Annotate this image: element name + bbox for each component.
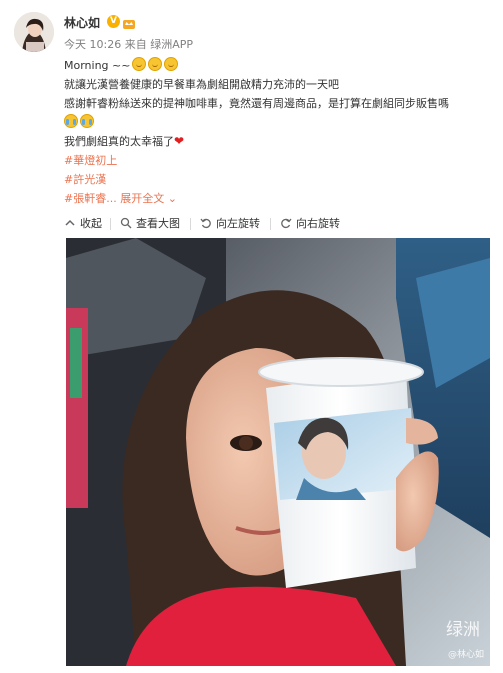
sun-emoji-icon (164, 57, 179, 71)
toolbar-divider (110, 218, 111, 230)
toolbar-divider (270, 218, 271, 230)
from-label: 来自 (124, 38, 147, 51)
collapse-button[interactable]: 收起 (64, 215, 102, 231)
content-text-happy: 我們劇組真的太幸福了 (64, 135, 174, 148)
hashtag-link[interactable]: #許光漢 (64, 173, 106, 186)
sun-emoji-icon (132, 57, 147, 71)
weibo-post: 林心如 V 今天 10:26 来自 绿洲APP Morning ~~ 就讓光漢營… (0, 0, 503, 673)
hashtag-link[interactable]: #華燈初上 (64, 154, 117, 167)
chevron-down-icon[interactable]: ⌄ (168, 192, 177, 205)
rotate-left-button[interactable]: 向左旋转 (200, 215, 260, 231)
crying-laughing-emoji-icon (64, 114, 78, 128)
username[interactable]: 林心如 (64, 14, 100, 31)
post-meta: 今天 10:26 来自 绿洲APP (64, 36, 193, 52)
expand-full-text-link[interactable]: 展开全文 (120, 192, 164, 205)
content-text-morning: Morning ~~ (64, 59, 131, 72)
collapse-label: 收起 (80, 217, 102, 230)
rotate-right-icon (281, 218, 292, 229)
content-line-3: 感謝軒睿粉絲送來的提神咖啡車，竟然還有周邊商品，是打算在劇組同步販售嗎 (64, 97, 449, 110)
hashtag-link[interactable]: #張軒睿... (64, 192, 117, 205)
view-large-button[interactable]: 查看大图 (120, 215, 180, 231)
post-time[interactable]: 今天 10:26 (64, 38, 121, 51)
content-line-2: 就讓光漢營養健康的早餐車為劇組開啟精力充沛的一天吧 (64, 78, 339, 91)
toolbar-divider (190, 218, 191, 230)
post-photo[interactable]: 绿洲 @林心如 (66, 238, 490, 666)
view-large-label: 查看大图 (136, 217, 180, 230)
content-line-tag1: #華燈初上 (64, 151, 494, 170)
avatar[interactable] (14, 12, 54, 52)
content-line-5: 我們劇組真的太幸福了❤ (64, 132, 494, 151)
watermark-logo: 绿洲 (446, 620, 480, 640)
crown-badge-icon (122, 15, 136, 29)
rotate-left-icon (200, 218, 211, 229)
content-line-1: Morning ~~ (64, 56, 494, 75)
rotate-right-button[interactable]: 向右旋转 (280, 215, 340, 231)
verified-icon: V (107, 15, 120, 28)
rotate-right-label: 向右旋转 (296, 217, 340, 230)
content-line-4 (64, 113, 494, 132)
sun-emoji-icon (148, 57, 163, 71)
crying-laughing-emoji-icon (80, 114, 94, 128)
watermark-username: @林心如 (447, 650, 484, 660)
content-line-tag3: #張軒睿... 展开全文 ⌄ (64, 189, 494, 208)
search-icon (120, 217, 132, 229)
content-line-tag2: #許光漢 (64, 170, 494, 189)
selfie-with-coffee-cup-image (66, 238, 490, 666)
heart-icon: ❤ (174, 134, 185, 148)
post-source[interactable]: 绿洲APP (150, 38, 193, 51)
collapse-icon (65, 219, 75, 226)
post-content: Morning ~~ 就讓光漢營養健康的早餐車為劇組開啟精力充沛的一天吧 感謝軒… (64, 56, 494, 208)
rotate-left-label: 向左旋转 (216, 217, 260, 230)
